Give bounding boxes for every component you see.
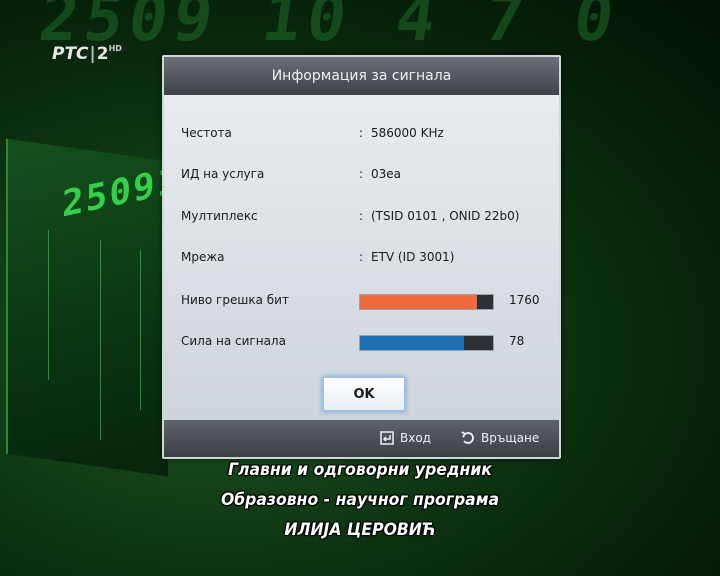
return-hint[interactable]: Връщане xyxy=(460,430,539,446)
channel-logo: РТС|2HD xyxy=(52,44,122,64)
ok-button[interactable]: OK xyxy=(322,376,406,412)
channel-logo-name: РТС xyxy=(52,44,89,64)
enter-icon xyxy=(380,431,394,445)
signal-strength-bar xyxy=(359,335,494,351)
channel-logo-hd: HD xyxy=(108,44,122,53)
row-label: Мултиплекс xyxy=(181,209,258,223)
row-signal-strength: Сила на сигнала 78 xyxy=(181,332,541,352)
enter-hint[interactable]: Вход xyxy=(379,430,431,446)
row-multiplex: Мултиплекс : (TSID 0101 , ONID 22b0) xyxy=(181,209,520,223)
row-value: 586000 KHz xyxy=(371,126,444,140)
signal-info-dialog: Информация за сигнала Честота : 586000 K… xyxy=(162,55,561,459)
subtitle-line: Образовно - научног програма xyxy=(220,490,500,510)
bit-error-value: 1760 xyxy=(509,293,540,307)
row-label: ИД на услуга xyxy=(181,167,265,181)
row-bit-error-rate: Ниво грешка бит 1760 xyxy=(181,291,541,311)
row-label: Честота xyxy=(181,126,232,140)
dialog-footer: Вход Връщане xyxy=(164,420,559,457)
background-line xyxy=(140,250,141,410)
row-label: Ниво грешка бит xyxy=(181,293,289,307)
signal-strength-value: 78 xyxy=(509,334,525,348)
enter-label: Вход xyxy=(400,431,431,445)
background-line xyxy=(48,230,49,380)
row-value: 03ea xyxy=(371,167,402,181)
row-service-id: ИД на услуга : 03ea xyxy=(181,167,402,181)
dialog-title: Информация за сигнала xyxy=(164,57,559,95)
row-value: ETV (ID 3001) xyxy=(371,250,455,264)
channel-logo-number: 2 xyxy=(96,44,109,64)
return-label: Връщане xyxy=(481,431,540,445)
dialog-body: Честота : 586000 KHz ИД на услуга : 03ea… xyxy=(164,95,559,420)
row-label: Сила на сигнала xyxy=(181,334,286,348)
bit-error-bar xyxy=(359,294,494,310)
row-network: Мрежа : ETV (ID 3001) xyxy=(181,250,455,264)
row-frequency: Честота : 586000 KHz xyxy=(181,126,444,140)
bit-error-bar-fill xyxy=(360,295,478,309)
return-icon xyxy=(461,431,474,444)
background-digits: 2509 10 4 7 0 xyxy=(34,0,625,56)
subtitle-line: Главни и одговорни уредник xyxy=(228,460,492,480)
signal-strength-bar-fill xyxy=(360,336,464,350)
row-label: Мрежа xyxy=(181,250,225,264)
background-line xyxy=(100,240,101,440)
row-value: (TSID 0101 , ONID 22b0) xyxy=(371,209,520,223)
subtitle-line: ИЛИЈА ЦЕРОВИЋ xyxy=(284,520,436,540)
